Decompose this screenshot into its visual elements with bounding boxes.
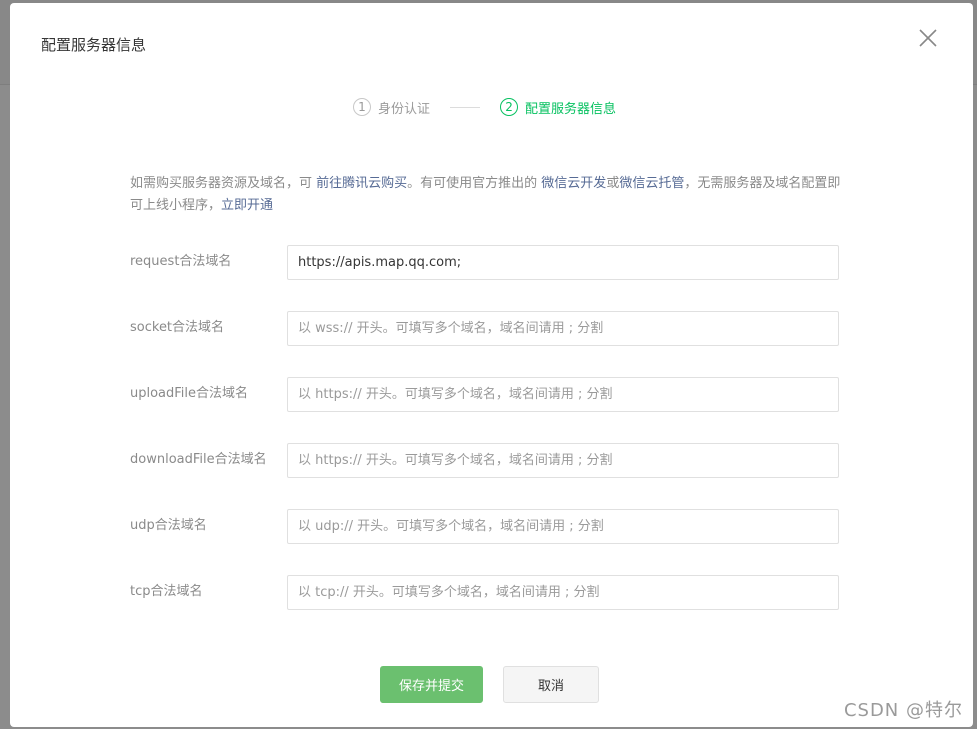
step-identity: 1 身份认证	[353, 98, 430, 117]
close-icon[interactable]	[916, 26, 940, 50]
download-file-domain-input[interactable]	[287, 443, 839, 478]
notice-text: 或	[606, 176, 620, 191]
notice-text: 。有可使用官方推出的	[407, 176, 542, 191]
download-file-domain-label: downloadFile合法域名	[130, 452, 267, 467]
open-now-link[interactable]: 立即开通	[221, 198, 273, 213]
wechat-cloud-hosting-link[interactable]: 微信云托管	[619, 176, 684, 191]
server-config-dialog: 配置服务器信息 1 身份认证 2 配置服务器信息 如需购买服务器资源及域名，可 …	[10, 3, 973, 727]
cancel-button[interactable]: 取消	[503, 666, 599, 703]
tcp-domain-label: tcp合法域名	[130, 584, 203, 599]
save-submit-button[interactable]: 保存并提交	[380, 666, 483, 703]
dialog-title: 配置服务器信息	[41, 36, 147, 54]
step-label: 配置服务器信息	[525, 101, 617, 117]
request-domain-input[interactable]	[287, 245, 839, 280]
purchase-notice: 如需购买服务器资源及域名，可 前往腾讯云购买。有可使用官方推出的 微信云开发或微…	[130, 173, 842, 217]
step-divider	[450, 106, 481, 108]
tcp-domain-input[interactable]	[287, 575, 839, 610]
upload-file-domain-input[interactable]	[287, 377, 839, 412]
step-number: 1	[353, 98, 371, 116]
csdn-watermark: CSDN @特尔	[843, 700, 963, 721]
wechat-cloud-dev-link[interactable]: 微信云开发	[541, 176, 606, 191]
step-server-config: 2 配置服务器信息	[500, 98, 616, 117]
udp-domain-input[interactable]	[287, 509, 839, 544]
tencent-cloud-buy-link[interactable]: 前往腾讯云购买	[316, 176, 407, 191]
step-number: 2	[500, 98, 519, 116]
udp-domain-label: udp合法域名	[130, 518, 207, 533]
step-label: 身份认证	[378, 101, 431, 117]
notice-text: 如需购买服务器资源及域名，可	[130, 176, 317, 191]
upload-file-domain-label: uploadFile合法域名	[130, 386, 249, 401]
socket-domain-input[interactable]	[287, 311, 839, 346]
progress-steps: 1 身份认证 2 配置服务器信息	[353, 95, 616, 119]
request-domain-label: request合法域名	[130, 254, 232, 269]
socket-domain-label: socket合法域名	[130, 320, 225, 335]
